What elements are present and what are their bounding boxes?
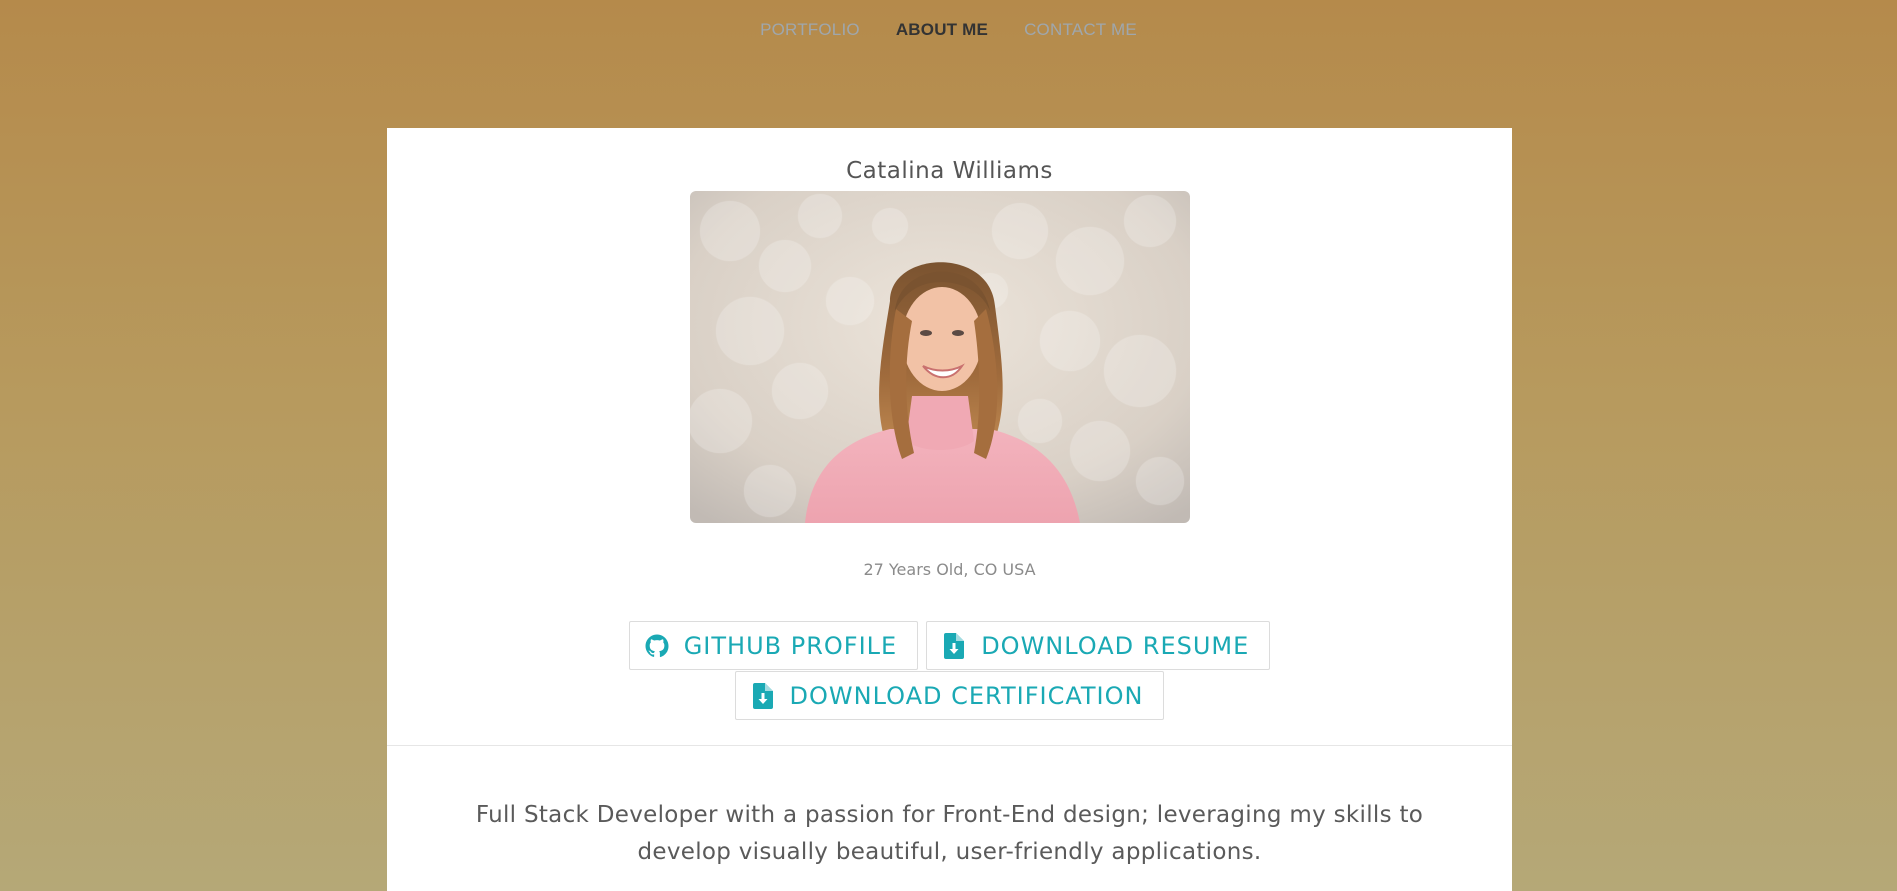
nav-about-me[interactable]: ABOUT ME <box>896 20 988 40</box>
profile-meta: 27 Years Old, CO USA <box>863 560 1036 579</box>
file-download-icon <box>750 682 776 709</box>
profile-photo <box>690 191 1190 523</box>
github-profile-label: GITHUB PROFILE <box>683 631 898 660</box>
profile-name: Catalina Williams <box>846 158 1053 184</box>
github-profile-button[interactable]: GITHUB PROFILE <box>628 621 919 670</box>
bio-text: Full Stack Developer with a passion for … <box>475 802 1424 865</box>
download-certification-label: DOWNLOAD CERTIFICATION <box>789 681 1144 710</box>
profile-card: Catalina Williams 27 Years Old, CO USA G… <box>387 128 1512 891</box>
download-resume-button[interactable]: DOWNLOAD RESUME <box>926 621 1271 670</box>
top-nav: PORTFOLIO ABOUT ME CONTACT ME <box>0 0 1897 60</box>
file-download-icon <box>941 632 967 659</box>
button-row-secondary: DOWNLOAD CERTIFICATION <box>387 671 1512 720</box>
nav-portfolio[interactable]: PORTFOLIO <box>760 20 860 40</box>
nav-contact-me[interactable]: CONTACT ME <box>1024 20 1137 40</box>
section-divider <box>387 745 1512 746</box>
github-icon <box>644 633 670 659</box>
download-resume-label: DOWNLOAD RESUME <box>981 631 1250 660</box>
download-certification-button[interactable]: DOWNLOAD CERTIFICATION <box>734 671 1165 720</box>
button-row-primary: GITHUB PROFILE DOWNLOAD RESUME <box>387 621 1512 670</box>
